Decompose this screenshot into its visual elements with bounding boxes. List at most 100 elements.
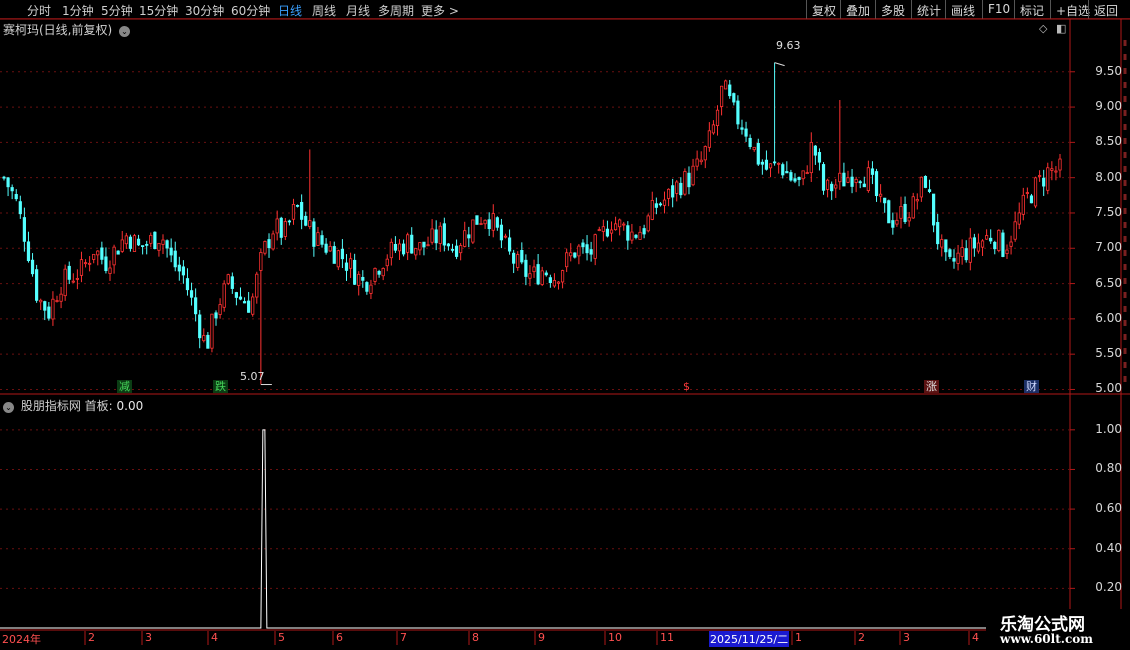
candle-body <box>862 183 866 188</box>
candle-body <box>927 189 932 192</box>
date-axis: 2024年 2 3 4 5 6 7 8 9 10 11 2025/11/25/二 1 2 3 4 <box>0 631 980 647</box>
watermark-url: www.60lt.com <box>1000 632 1093 646</box>
candle-body <box>899 206 903 219</box>
candle-body <box>589 249 593 255</box>
candle-body <box>915 199 919 202</box>
candle-body <box>520 250 524 263</box>
candle-body <box>593 234 597 259</box>
candle-body <box>377 270 381 275</box>
candle-body <box>328 245 332 252</box>
candle-body <box>385 258 389 267</box>
indicator-tick-label: 0.20 <box>1095 580 1122 595</box>
candle-body <box>695 158 699 167</box>
event-badge-dollar[interactable]: $ <box>681 380 692 393</box>
candle-body <box>707 130 711 148</box>
candle-body <box>544 272 548 276</box>
candle-body <box>267 239 271 249</box>
candle-body <box>740 127 744 130</box>
candle-body <box>956 252 960 264</box>
candle-body <box>300 201 304 220</box>
candle-body <box>972 237 976 249</box>
candle-body <box>870 168 875 175</box>
event-badge-finance[interactable]: 财 <box>1024 380 1039 393</box>
chevron-down-icon[interactable]: ⌄ <box>3 402 14 413</box>
chart-canvas[interactable] <box>0 0 1130 650</box>
candle-body <box>711 124 716 134</box>
candle-body <box>340 248 345 260</box>
candle-body <box>756 143 760 165</box>
candle-body <box>454 245 459 257</box>
candle-body <box>618 219 622 228</box>
candle-body <box>577 245 581 257</box>
candle-body <box>141 245 145 248</box>
candle-body <box>132 235 137 252</box>
candle-body <box>980 240 985 248</box>
candle-body <box>198 314 202 339</box>
candle-body <box>1013 221 1017 240</box>
indicator-tick-label: 1.00 <box>1095 421 1122 436</box>
candle-body <box>316 232 320 246</box>
event-badge-rise[interactable]: 涨 <box>924 380 939 393</box>
candle-body <box>919 176 923 198</box>
candle-body <box>540 270 544 285</box>
event-badge-fall[interactable]: 跌 <box>213 380 228 393</box>
candle-body <box>601 226 605 232</box>
date-axis-label: 2024年 <box>2 633 41 646</box>
date-axis-label: 6 <box>336 631 343 644</box>
high-price-label: 9.63 <box>776 39 801 52</box>
candle-body <box>650 200 654 220</box>
candle-body <box>516 254 520 268</box>
candle-body <box>308 220 312 228</box>
candle-body <box>446 243 451 247</box>
candle-body <box>157 242 161 251</box>
candle-body <box>344 262 349 271</box>
candle-body <box>222 283 226 308</box>
candle-body <box>145 243 149 246</box>
candle-body <box>88 262 92 265</box>
candle-body <box>687 172 691 188</box>
candle-body <box>626 225 630 241</box>
candle-body <box>124 235 128 245</box>
candle-body <box>1042 177 1046 187</box>
candle-body <box>279 217 283 238</box>
date-axis-label: 7 <box>400 631 407 644</box>
candle-body <box>768 163 773 169</box>
candle-body <box>104 256 108 272</box>
price-tick-label: 8.00 <box>1095 169 1122 184</box>
candle-body <box>389 241 393 259</box>
candle-body <box>671 185 675 198</box>
candle-body <box>609 229 614 234</box>
candle-body <box>173 250 177 268</box>
candle-body <box>206 334 210 349</box>
candle-body <box>259 252 263 271</box>
event-badge-reduce[interactable]: 减 <box>117 380 132 393</box>
candle-body <box>120 239 124 252</box>
date-axis-label: 4 <box>211 631 218 644</box>
chevron-down-icon[interactable]: ⌄ <box>119 26 131 37</box>
candle-body <box>699 159 703 163</box>
candle-body <box>1001 232 1005 257</box>
candle-body <box>381 267 385 277</box>
candle-body <box>96 250 100 256</box>
candle-body <box>911 196 915 219</box>
candle-body <box>646 215 650 232</box>
candle-body <box>556 281 561 284</box>
indicator-source: 股朋指标网 <box>20 399 81 413</box>
panel-toggle-icon[interactable]: ◧ <box>1056 22 1066 35</box>
candle-body <box>744 128 748 137</box>
candle-body <box>491 213 495 231</box>
diamond-icon[interactable]: ◇ <box>1039 22 1047 35</box>
candle-body <box>414 247 418 256</box>
candle-body <box>569 252 573 257</box>
candle-body <box>825 179 830 190</box>
candle-body <box>128 236 132 249</box>
candle-body <box>585 244 589 254</box>
candle-body <box>442 223 446 246</box>
candle-body <box>373 267 377 282</box>
candle-body <box>887 200 891 224</box>
candle-body <box>430 228 434 243</box>
candle-body <box>936 222 940 245</box>
candle-body <box>895 219 899 225</box>
candle-body <box>850 176 854 187</box>
candle-body <box>30 259 35 275</box>
